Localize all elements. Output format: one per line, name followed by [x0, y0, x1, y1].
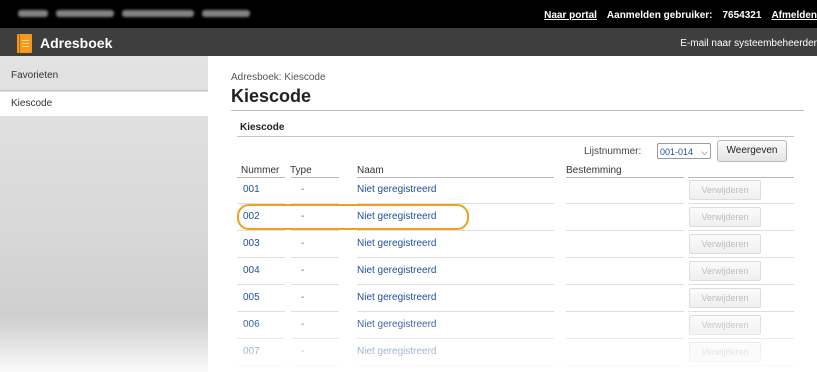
list-number-label: Lijstnummer: — [584, 146, 642, 157]
sidebar-item-label: Favorieten — [11, 70, 59, 81]
row-number-link[interactable]: 003 — [243, 238, 260, 249]
row-number-link[interactable]: 004 — [243, 265, 260, 276]
portal-link[interactable]: Naar portal — [544, 10, 597, 21]
sidebar: Favorieten Kiescode — [0, 56, 208, 372]
table-row: 001 - Niet geregistreerd Verwijderen — [237, 177, 794, 204]
title-divider — [231, 110, 804, 111]
top-bar: Naar portal Aanmelden gebruiker: 7654321… — [0, 0, 817, 28]
row-divider — [291, 365, 339, 366]
delete-button[interactable]: Verwijderen — [689, 342, 761, 362]
column-header-number: Nummer — [241, 165, 280, 176]
row-name-link[interactable]: Niet geregistreerd — [357, 238, 436, 249]
list-number-value: 001-014 — [660, 147, 694, 157]
table-row: 007 - Niet geregistreerd Verwijderen — [237, 339, 794, 366]
sidebar-item-kiescode[interactable]: Kiescode — [0, 92, 208, 116]
row-type: - — [301, 265, 305, 276]
sidebar-divider — [0, 90, 208, 91]
sidebar-item-label: Kiescode — [11, 98, 53, 109]
page-title: Kiescode — [231, 86, 312, 106]
user-id: 7654321 — [722, 9, 762, 21]
row-divider — [357, 365, 554, 366]
row-name-link[interactable]: Niet geregistreerd — [357, 346, 436, 357]
row-type: - — [301, 346, 305, 357]
column-header-type: Type — [290, 165, 312, 176]
column-header-destination: Bestemming — [566, 165, 622, 176]
row-divider — [566, 365, 684, 366]
device-name-blurred — [18, 10, 250, 17]
sidebar-item-favorites[interactable]: Favorieten — [0, 64, 208, 88]
row-number-link[interactable]: 007 — [243, 346, 260, 357]
row-number-link[interactable]: 006 — [243, 319, 260, 330]
delete-button[interactable]: Verwijderen — [689, 207, 761, 227]
row-type: - — [301, 319, 305, 330]
section-title: Kiescode — [240, 122, 285, 133]
row-type: - — [301, 184, 305, 195]
row-divider — [688, 365, 794, 366]
row-type: - — [301, 238, 305, 249]
table-row: 003 - Niet geregistreerd Verwijderen — [237, 231, 794, 258]
list-number-select[interactable]: 001-014 ⌵ — [657, 143, 711, 159]
table-row: 005 - Niet geregistreerd Verwijderen — [237, 285, 794, 312]
row-type: - — [301, 292, 305, 303]
row-name-link[interactable]: Niet geregistreerd — [357, 184, 436, 195]
email-sysadmin-link[interactable]: E-mail naar systeembeheerder — [680, 38, 817, 49]
show-button[interactable]: Weergeven — [717, 140, 787, 162]
highlight-ring — [237, 204, 469, 230]
delete-button[interactable]: Verwijderen — [689, 261, 761, 281]
table-row: 006 - Niet geregistreerd Verwijderen — [237, 312, 794, 339]
delete-button[interactable]: Verwijderen — [689, 288, 761, 308]
login-user-label: Aanmelden gebruiker: — [606, 9, 713, 21]
section-divider — [237, 136, 794, 137]
delete-button[interactable]: Verwijderen — [689, 234, 761, 254]
address-book-icon — [17, 34, 32, 53]
delete-button[interactable]: Verwijderen — [689, 180, 761, 200]
chevron-down-icon: ⌵ — [701, 147, 708, 157]
row-number-link[interactable]: 005 — [243, 292, 260, 303]
column-header-name: Naam — [357, 165, 384, 176]
row-name-link[interactable]: Niet geregistreerd — [357, 292, 436, 303]
row-divider — [237, 365, 285, 366]
table-row: 004 - Niet geregistreerd Verwijderen — [237, 258, 794, 285]
delete-button[interactable]: Verwijderen — [689, 315, 761, 335]
row-name-link[interactable]: Niet geregistreerd — [357, 265, 436, 276]
app-title: Adresboek — [40, 35, 113, 51]
row-name-link[interactable]: Niet geregistreerd — [357, 319, 436, 330]
logout-link[interactable]: Afmelden — [771, 10, 817, 21]
row-number-link[interactable]: 001 — [243, 184, 260, 195]
breadcrumb: Adresboek: Kiescode — [231, 72, 326, 83]
top-links: Naar portal Aanmelden gebruiker: 7654321… — [544, 8, 817, 22]
